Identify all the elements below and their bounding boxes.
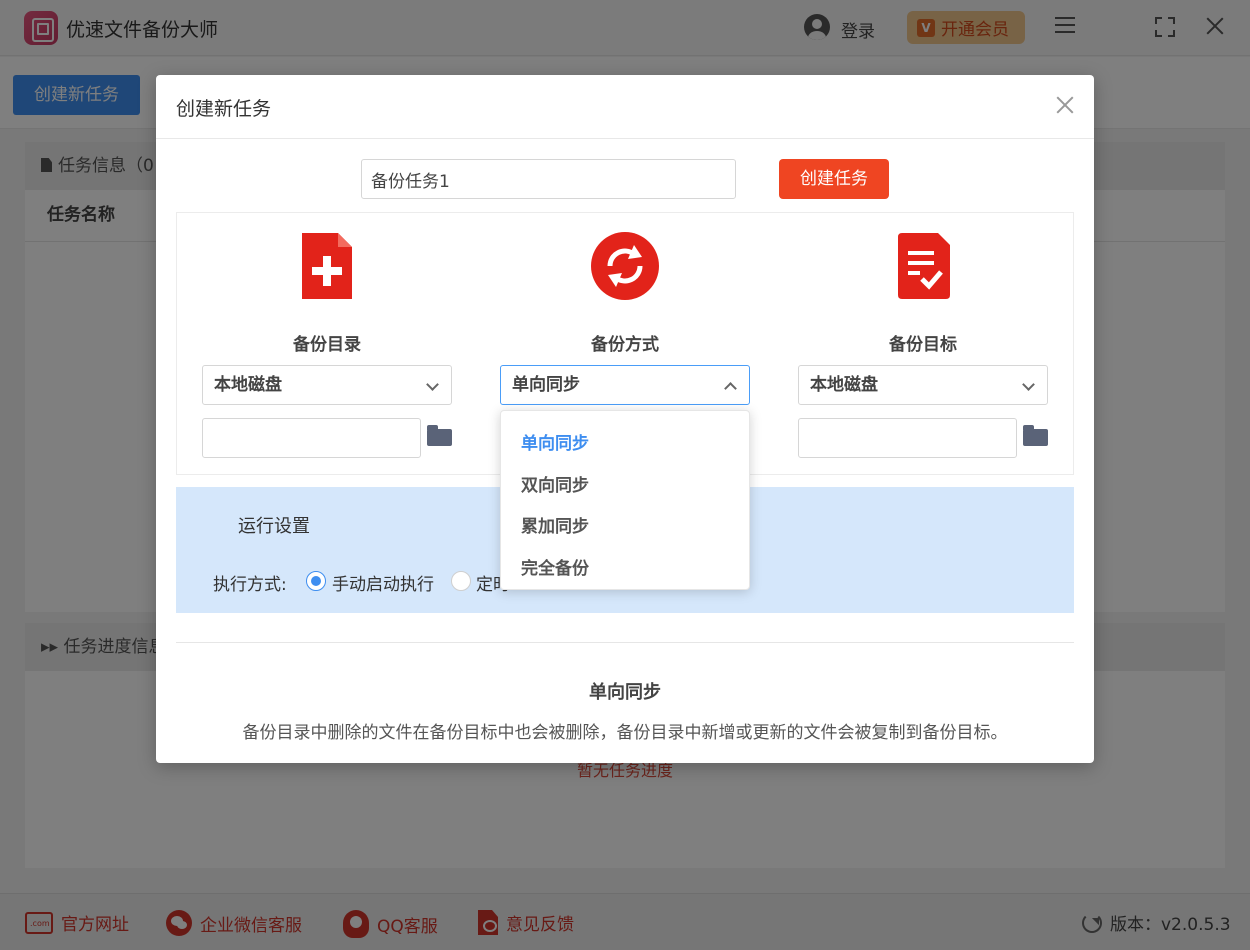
chevron-down-icon bbox=[1022, 378, 1035, 391]
method-description-title: 单向同步 bbox=[156, 678, 1094, 704]
method-description-text: 备份目录中删除的文件在备份目标中也会被删除，备份目录中新增或更新的文件会被复制到… bbox=[156, 718, 1094, 743]
create-task-button[interactable]: 创建任务 bbox=[779, 159, 889, 199]
target-label: 备份目标 bbox=[798, 330, 1048, 355]
method-option-full-backup[interactable]: 完全备份 bbox=[521, 554, 589, 579]
run-settings-title: 运行设置 bbox=[238, 512, 310, 538]
divider bbox=[176, 642, 1074, 643]
method-select[interactable]: 单向同步 bbox=[500, 365, 750, 405]
source-select[interactable]: 本地磁盘 bbox=[202, 365, 452, 405]
sync-icon bbox=[590, 231, 660, 301]
dialog-title: 创建新任务 bbox=[176, 94, 271, 121]
dialog-close-icon[interactable] bbox=[1056, 96, 1074, 114]
scheduled-exec-radio[interactable] bbox=[451, 571, 471, 591]
source-label: 备份目录 bbox=[202, 330, 452, 355]
manual-exec-label[interactable]: 手动启动执行 bbox=[332, 570, 434, 595]
chevron-down-icon bbox=[426, 378, 439, 391]
method-label: 备份方式 bbox=[500, 330, 750, 355]
target-select[interactable]: 本地磁盘 bbox=[798, 365, 1048, 405]
source-select-value: 本地磁盘 bbox=[214, 375, 282, 395]
manual-exec-radio[interactable] bbox=[306, 571, 326, 591]
target-folder-icon[interactable] bbox=[1023, 429, 1048, 446]
source-folder-icon[interactable] bbox=[427, 429, 452, 446]
method-dropdown-menu: 单向同步 双向同步 累加同步 完全备份 bbox=[500, 410, 750, 590]
chevron-up-icon bbox=[724, 382, 737, 395]
method-option-one-way[interactable]: 单向同步 bbox=[521, 429, 589, 454]
method-option-incremental[interactable]: 累加同步 bbox=[521, 512, 589, 537]
create-task-dialog: 创建新任务 创建任务 备份目录 本地磁盘 bbox=[156, 75, 1094, 763]
dialog-header: 创建新任务 bbox=[156, 75, 1094, 139]
exec-mode-label: 执行方式: bbox=[213, 570, 287, 595]
checklist-file-icon bbox=[888, 231, 958, 301]
task-name-input[interactable] bbox=[361, 159, 736, 199]
method-option-two-way[interactable]: 双向同步 bbox=[521, 471, 589, 496]
add-file-icon bbox=[292, 231, 362, 301]
target-path-input[interactable] bbox=[798, 418, 1017, 458]
target-select-value: 本地磁盘 bbox=[810, 375, 878, 395]
source-path-input[interactable] bbox=[202, 418, 421, 458]
method-select-value: 单向同步 bbox=[512, 375, 580, 395]
